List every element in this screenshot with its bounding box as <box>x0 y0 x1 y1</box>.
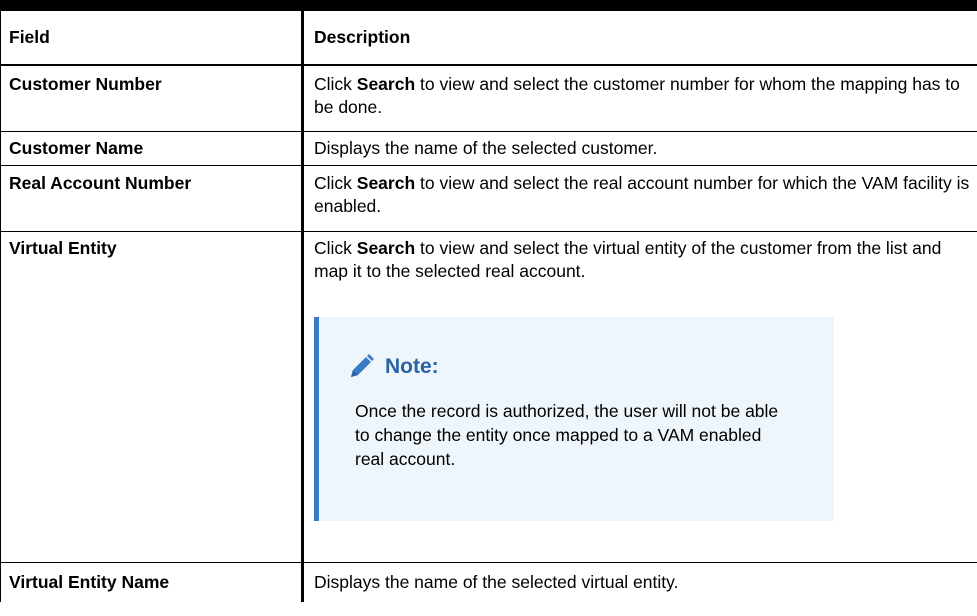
field-name: Virtual Entity Name <box>0 562 304 602</box>
description-text: Click <box>314 74 357 94</box>
description-text: Click <box>314 172 357 193</box>
table-row: Virtual Entity Name Displays the name of… <box>0 562 977 602</box>
note-header: Note: <box>347 353 834 381</box>
table-row: Customer Number Click Search to view and… <box>0 65 977 132</box>
table-row: Customer Name Displays the name of the s… <box>0 131 977 166</box>
field-name: Real Account Number <box>0 165 304 232</box>
field-description: Click Search to view and select the real… <box>302 165 977 232</box>
field-description: Click Search to view and select the virt… <box>302 231 977 563</box>
document-page: Field Description Customer Number Click … <box>0 0 977 616</box>
search-emphasis: Search <box>356 172 416 193</box>
field-name: Customer Number <box>0 65 304 132</box>
note-text: Once the record is authorized, the user … <box>355 400 779 469</box>
field-description: Displays the name of the selected custom… <box>302 131 977 166</box>
field-description-table: Field Description Customer Number Click … <box>0 11 977 602</box>
header-description: Description <box>302 11 977 66</box>
field-description: Click Search to view and select the cust… <box>302 65 977 132</box>
header-field: Field <box>0 11 304 66</box>
table-row: Real Account Number Click Search to view… <box>0 165 977 232</box>
top-rule <box>0 0 977 11</box>
pencil-icon <box>347 353 375 381</box>
table-row: Virtual Entity Click Search to view and … <box>0 231 977 563</box>
field-name: Virtual Entity <box>0 231 304 563</box>
field-name: Customer Name <box>0 131 304 166</box>
table-header-row: Field Description <box>0 11 977 66</box>
note-title: Note: <box>385 355 439 378</box>
field-description: Displays the name of the selected virtua… <box>314 571 679 592</box>
search-emphasis: Search <box>356 74 416 94</box>
description-text: Click <box>314 237 357 258</box>
search-emphasis: Search <box>356 237 416 258</box>
note-callout: Note: Once the record is authorized, the… <box>314 316 834 521</box>
